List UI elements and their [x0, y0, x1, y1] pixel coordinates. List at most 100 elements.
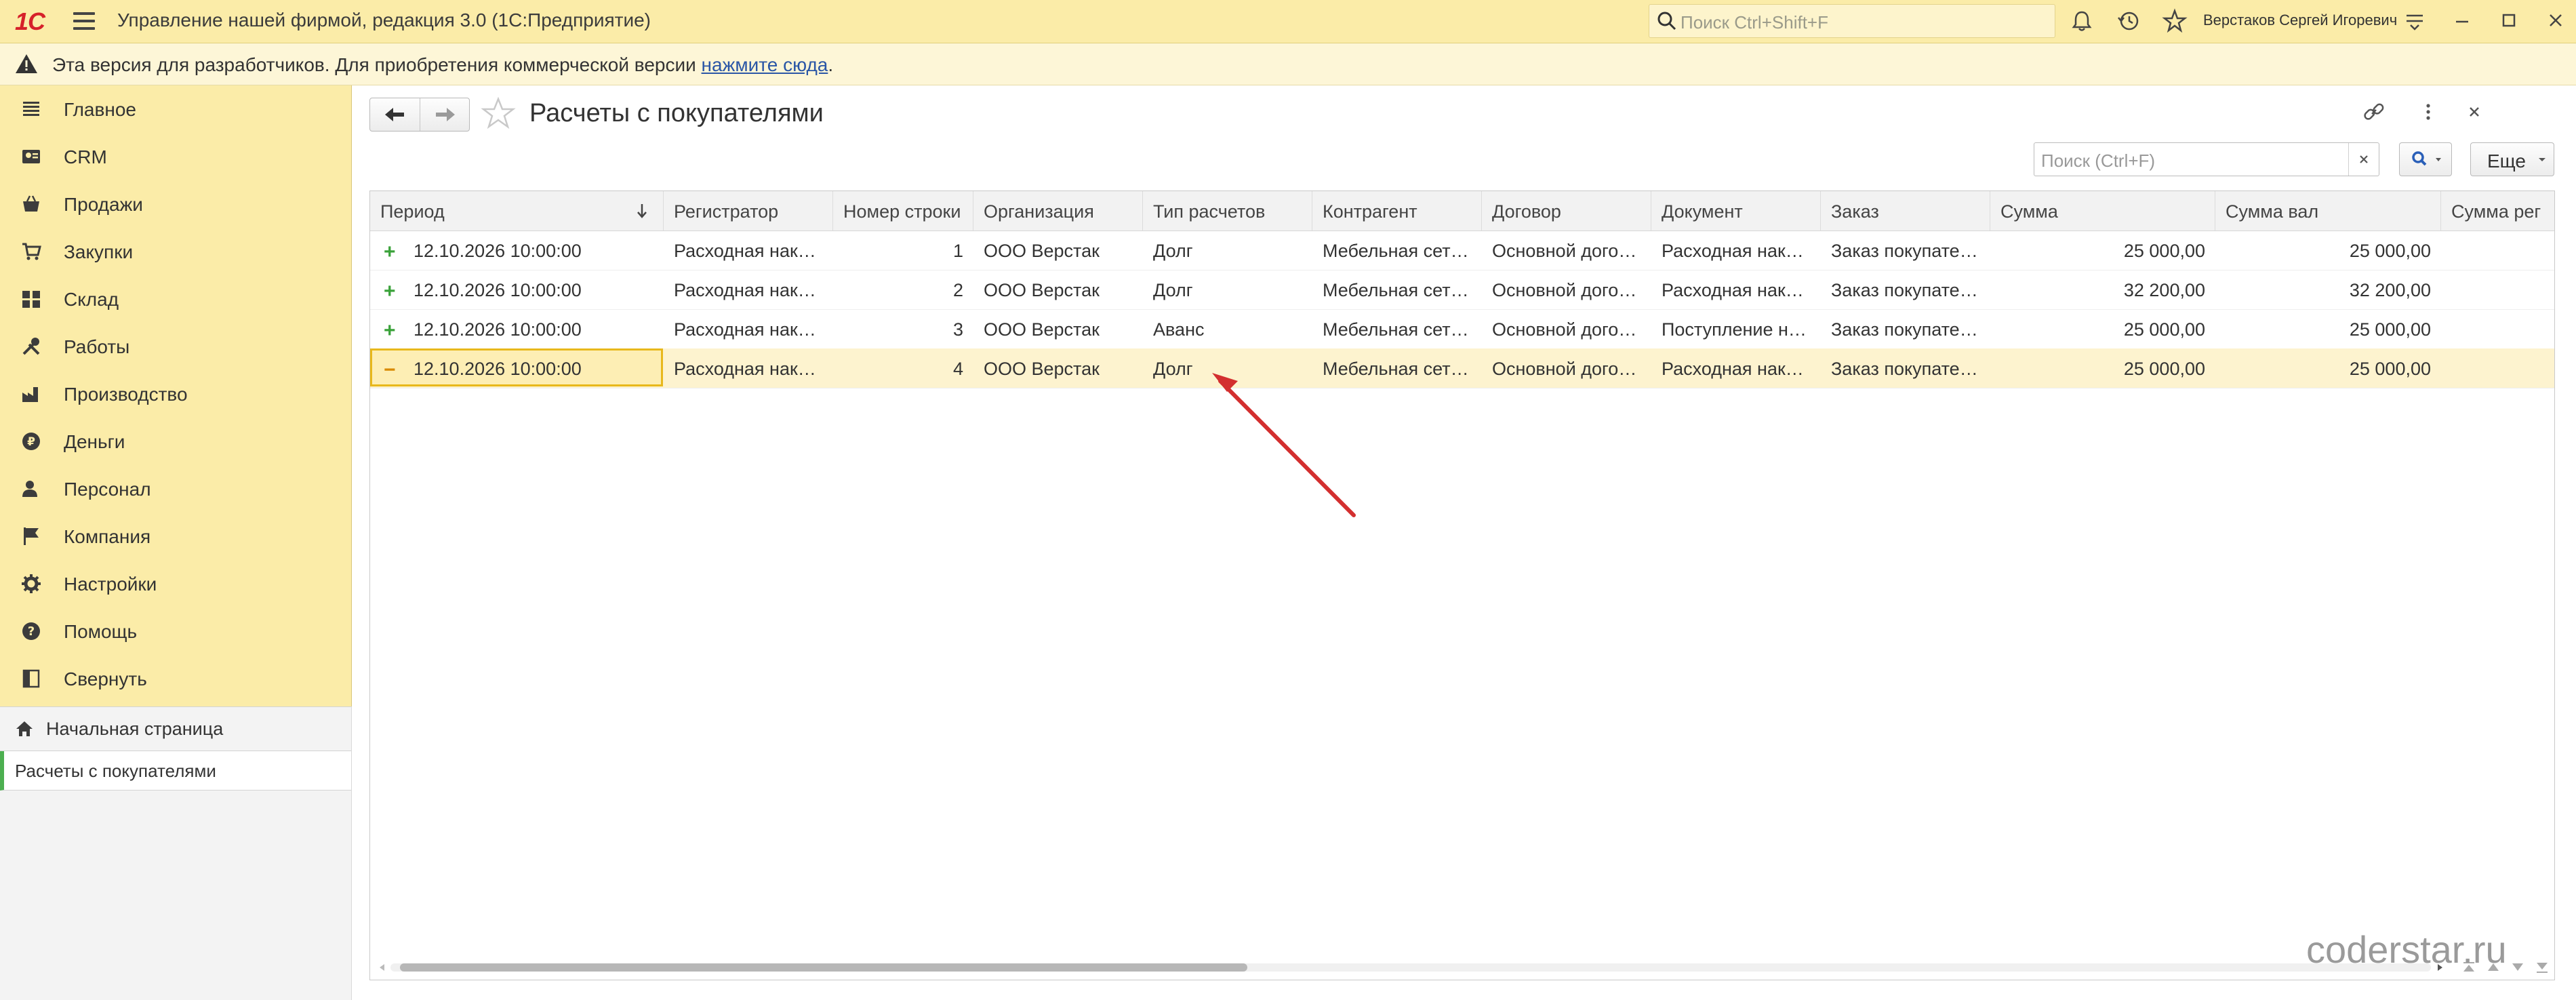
- cell-period: +12.10.2026 10:00:00: [384, 280, 582, 302]
- table-row[interactable]: +12.10.2026 10:00:00 Расходная нак… 2 ОО…: [370, 270, 2554, 310]
- sidebar-item-label: Закупки: [64, 241, 134, 262]
- sidebar-item-crm[interactable]: CRM: [0, 133, 351, 180]
- cell-contract: Основной дого…: [1492, 319, 1637, 340]
- banner-text: Эта версия для разработчиков. Для приобр…: [52, 54, 833, 76]
- column-header-line-number[interactable]: Номер строки: [833, 191, 973, 231]
- sidebar-item-works[interactable]: Работы: [0, 323, 351, 370]
- sidebar-item-staff[interactable]: Персонал: [0, 465, 351, 513]
- table-row[interactable]: +12.10.2026 10:00:00 Расходная нак… 3 ОО…: [370, 309, 2554, 349]
- forward-button[interactable]: [420, 98, 470, 131]
- sidebar-item-money[interactable]: ₽ Деньги: [0, 418, 351, 465]
- sidebar-item-purchases[interactable]: Закупки: [0, 228, 351, 275]
- sidebar-item-collapse[interactable]: Свернуть: [0, 655, 351, 702]
- more-actions-icon[interactable]: [2415, 99, 2441, 125]
- navigation-buttons: [369, 98, 470, 132]
- open-window-customer-settlements[interactable]: Расчеты с покупателями: [0, 751, 351, 791]
- column-header-document[interactable]: Документ: [1651, 191, 1821, 231]
- cell-settlement-type: Долг: [1153, 359, 1193, 379]
- cell-contract: Основной дого…: [1492, 241, 1637, 261]
- home-page-tab[interactable]: Начальная страница: [0, 706, 351, 751]
- person-icon: [22, 481, 37, 497]
- cell-settlement-type: Долг: [1153, 241, 1193, 261]
- close-window-icon[interactable]: [2542, 7, 2569, 34]
- column-header-sum-currency[interactable]: Сумма вал: [2215, 191, 2441, 231]
- cell-period-focused[interactable]: −12.10.2026 10:00:00: [370, 348, 664, 388]
- cell-counterparty: Мебельная сет…: [1323, 280, 1469, 300]
- sidebar-item-label: Настройки: [64, 574, 157, 595]
- ruble-icon: ₽: [22, 433, 40, 450]
- cell-registrar: Расходная нак…: [674, 241, 816, 261]
- purchase-link[interactable]: нажмите сюда: [702, 54, 828, 75]
- column-header-contract[interactable]: Договор: [1482, 191, 1651, 231]
- collapse-icon: [22, 669, 40, 688]
- add-to-favorites-star-icon[interactable]: [481, 96, 516, 132]
- cell-registrar: Расходная нак…: [674, 280, 816, 300]
- sidebar-item-label: Главное: [64, 99, 136, 120]
- horizontal-scrollbar[interactable]: [370, 955, 2554, 980]
- sidebar-item-sales[interactable]: Продажи: [0, 180, 351, 228]
- column-header-counterparty[interactable]: Контрагент: [1312, 191, 1482, 231]
- sidebar-item-label: Компания: [64, 526, 151, 547]
- list-search-input[interactable]: Поиск (Ctrl+F): [2034, 142, 2379, 176]
- page-title: Расчеты с покупателями: [529, 99, 824, 127]
- flag-icon: [24, 527, 39, 545]
- scroll-left-icon[interactable]: [377, 962, 388, 973]
- expense-mark-icon: −: [384, 359, 396, 381]
- sidebar-item-production[interactable]: Производство: [0, 370, 351, 418]
- scroll-thumb[interactable]: [400, 963, 1247, 972]
- column-header-registrar[interactable]: Регистратор: [664, 191, 833, 231]
- scroll-to-bottom-icon[interactable]: [2531, 958, 2553, 977]
- column-header-period[interactable]: Период: [370, 191, 664, 231]
- column-header-settlement-type[interactable]: Тип расчетов: [1143, 191, 1312, 231]
- sidebar-item-main[interactable]: Главное: [0, 85, 351, 133]
- cart-icon: [22, 243, 41, 260]
- link-icon[interactable]: [2361, 99, 2387, 125]
- more-button[interactable]: Еще: [2470, 142, 2554, 176]
- close-form-icon[interactable]: [2461, 99, 2487, 125]
- sidebar-item-label: Продажи: [64, 194, 143, 215]
- favorites-star-icon[interactable]: [2162, 8, 2188, 34]
- cell-sum-regulated: [2441, 231, 2554, 270]
- home-icon: [16, 721, 33, 736]
- main-menu-icon[interactable]: [73, 12, 95, 30]
- column-header-sum[interactable]: Сумма: [1990, 191, 2215, 231]
- cell-registrar: Расходная нак…: [674, 359, 816, 379]
- search-button[interactable]: [2399, 142, 2452, 176]
- global-search-input[interactable]: Поиск Ctrl+Shift+F: [1649, 4, 2055, 38]
- register-records-table[interactable]: Период Регистратор Номер строки Организа…: [369, 191, 2555, 980]
- cell-sum: 25 000,00: [2123, 319, 2205, 340]
- cell-document: Расходная нак…: [1662, 241, 1804, 261]
- back-button[interactable]: [370, 98, 420, 131]
- sidebar-item-warehouse[interactable]: Склад: [0, 275, 351, 323]
- sidebar-item-settings[interactable]: Настройки: [0, 560, 351, 607]
- clear-search-button[interactable]: [2348, 143, 2379, 176]
- table-row[interactable]: +12.10.2026 10:00:00 Расходная нак… 1 ОО…: [370, 231, 2554, 271]
- column-header-organization[interactable]: Организация: [973, 191, 1143, 231]
- search-dropdown-icon: [2412, 151, 2441, 166]
- history-icon[interactable]: [2116, 8, 2141, 34]
- cell-line-number: 3: [952, 319, 963, 340]
- cell-sum-currency: 25 000,00: [2349, 241, 2431, 261]
- maximize-icon[interactable]: [2495, 7, 2522, 34]
- svg-text:?: ?: [28, 624, 35, 639]
- table-row-selected[interactable]: −12.10.2026 10:00:00 Расходная нак… 4 ОО…: [370, 348, 2554, 388]
- sidebar-item-label: Деньги: [64, 431, 125, 452]
- cell-sum: 32 200,00: [2123, 280, 2205, 300]
- current-user[interactable]: Верстаков Сергей Игоревич: [2203, 12, 2397, 29]
- sidebar-item-help[interactable]: ? Помощь: [0, 607, 351, 655]
- column-header-order[interactable]: Заказ: [1821, 191, 1990, 231]
- column-header-sum-regulated[interactable]: Сумма рег: [2441, 191, 2554, 231]
- warning-icon: [16, 54, 37, 73]
- clear-icon: [2360, 155, 2368, 163]
- bell-icon[interactable]: [2069, 8, 2095, 34]
- settings-menu-icon[interactable]: [2402, 8, 2428, 34]
- cell-line-number: 2: [952, 280, 963, 300]
- minimize-icon[interactable]: [2449, 7, 2476, 34]
- app-title: Управление нашей фирмой, редакция 3.0 (1…: [117, 9, 651, 31]
- cell-counterparty: Мебельная сет…: [1323, 241, 1469, 261]
- sidebar-item-label: Помощь: [64, 621, 138, 642]
- cell-organization: ООО Верстак: [984, 280, 1100, 300]
- sidebar-item-company[interactable]: Компания: [0, 513, 351, 560]
- 1c-logo[interactable]: 1С: [15, 7, 45, 36]
- scroll-down-icon[interactable]: [2507, 958, 2529, 977]
